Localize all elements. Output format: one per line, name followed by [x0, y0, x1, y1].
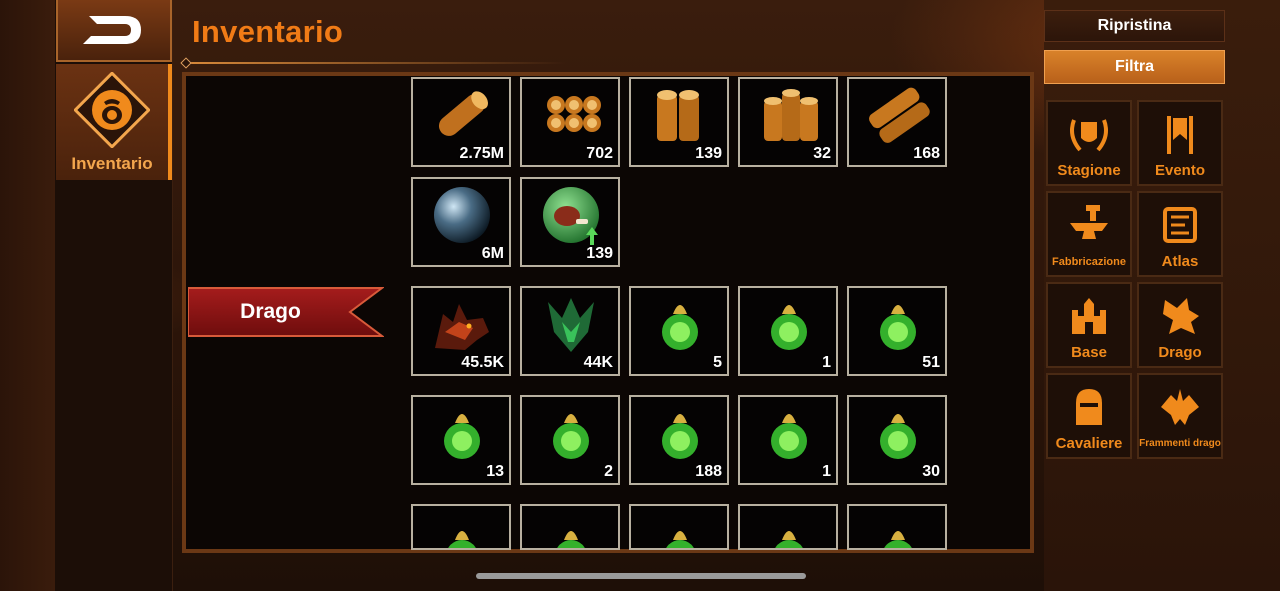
page-title: Inventario [192, 14, 344, 49]
inventory-slot[interactable]: 32 [738, 77, 838, 167]
dragon-essence-icon [444, 414, 480, 459]
castle-icon [1072, 298, 1106, 334]
inventory-slot[interactable]: 51 [847, 286, 947, 376]
laurel-crest-icon [1070, 119, 1108, 152]
green-dragon-icon [548, 298, 594, 352]
red-dragon-icon [435, 304, 489, 350]
inventory-slot[interactable]: 13 [411, 395, 511, 485]
scroll-map-icon [1163, 207, 1197, 243]
inventory-slot[interactable]: 1 [738, 286, 838, 376]
inventory-slot[interactable]: 139 [629, 77, 729, 167]
filter-drago[interactable]: Drago [1137, 282, 1223, 368]
meat-boost-icon [543, 187, 599, 245]
inventory-slot[interactable]: 1 [738, 395, 838, 485]
filter-label: Base [1071, 344, 1107, 361]
filter-frammenti-drago[interactable]: Frammenti drago [1137, 373, 1223, 459]
anvil-icon [1070, 205, 1108, 239]
filter-label: Frammenti drago [1139, 438, 1221, 449]
item-quantity: 1 [822, 463, 831, 480]
filter-base[interactable]: Base [1046, 282, 1132, 368]
item-quantity: 44K [583, 354, 613, 371]
title-divider [186, 62, 566, 64]
wood-log-icon [438, 91, 488, 136]
dragon-essence-icon [771, 305, 807, 350]
item-quantity: 2.75M [459, 145, 504, 162]
filter-label: Atlas [1161, 253, 1199, 270]
filter-cavaliere[interactable]: Cavaliere [1046, 373, 1132, 459]
item-quantity: 168 [913, 145, 940, 162]
dragon-essence-icon [771, 414, 807, 459]
wood-bundle-icon [547, 96, 601, 132]
inventory-slot[interactable]: 44K [520, 286, 620, 376]
knight-helmet-icon [1076, 389, 1102, 425]
item-quantity: 1 [822, 354, 831, 371]
category-ribbon-drago[interactable]: Drago [188, 286, 384, 338]
filter-stagione[interactable]: Stagione [1046, 100, 1132, 186]
dragon-essence-icon [553, 414, 589, 459]
inventory-slot[interactable]: 45.5K [411, 286, 511, 376]
item-quantity: 2 [604, 463, 613, 480]
item-quantity: 6M [481, 245, 504, 262]
item-quantity: 139 [586, 245, 613, 262]
inventory-slot[interactable]: 139 [520, 177, 620, 267]
inventory-slot[interactable] [520, 504, 620, 550]
event-banner-icon [1167, 116, 1193, 154]
inventory-slot[interactable]: 188 [629, 395, 729, 485]
inventory-slot[interactable] [738, 504, 838, 550]
bag-icon [74, 72, 150, 148]
item-quantity: 30 [922, 463, 940, 480]
inventory-slot[interactable] [847, 504, 947, 550]
inventory-slot[interactable]: 5 [629, 286, 729, 376]
dragon-essence-icon [666, 531, 694, 548]
dragon-essence-icon [448, 531, 476, 548]
inventory-slot[interactable]: 6M [411, 177, 511, 267]
inventory-slot[interactable] [411, 504, 511, 550]
item-quantity: 139 [695, 145, 722, 162]
back-arrow-icon [83, 16, 141, 44]
filter-label: Cavaliere [1055, 435, 1123, 452]
dragon-head-icon [1163, 298, 1199, 334]
filter-label: Fabbricazione [1052, 256, 1126, 268]
home-indicator[interactable] [476, 573, 806, 579]
tab-inventario[interactable]: Inventario [56, 64, 172, 180]
item-quantity: 702 [586, 145, 613, 162]
filter-atlas[interactable]: Atlas [1137, 191, 1223, 277]
ribbon-label: Drago [240, 300, 301, 323]
left-gutter [0, 0, 55, 591]
item-quantity: 188 [695, 463, 722, 480]
dragon-essence-icon [884, 531, 912, 548]
filter-label: Stagione [1057, 162, 1121, 179]
dragon-essence-icon [880, 414, 916, 459]
filter-label: Evento [1154, 162, 1205, 179]
inventory-slot[interactable]: 2.75M [411, 77, 511, 167]
dragon-essence-icon [775, 531, 803, 548]
inventory-slot[interactable]: 168 [847, 77, 947, 167]
dragon-fragment-icon [1161, 389, 1199, 425]
dragon-essence-icon [557, 531, 585, 548]
inventory-slot[interactable]: 2 [520, 395, 620, 485]
item-quantity: 51 [922, 354, 940, 371]
wood-pair-icon [657, 90, 699, 141]
item-quantity: 45.5K [461, 354, 504, 371]
item-quantity: 13 [486, 463, 504, 480]
steel-orb-icon [434, 187, 490, 243]
back-button[interactable] [56, 0, 172, 62]
inventory-slot[interactable]: 30 [847, 395, 947, 485]
dragon-essence-icon [662, 305, 698, 350]
filter-evento[interactable]: Evento [1137, 100, 1223, 186]
wood-stack-icon [764, 89, 818, 141]
wood-plank-icon [869, 87, 930, 143]
dragon-essence-icon [662, 414, 698, 459]
reset-button[interactable]: Ripristina [1044, 10, 1225, 42]
item-quantity: 5 [713, 354, 722, 371]
filter-button[interactable]: Filtra [1044, 50, 1225, 84]
item-quantity: 32 [813, 145, 831, 162]
inventory-slot[interactable] [629, 504, 729, 550]
filter-label: Drago [1158, 344, 1202, 361]
filter-fabbricazione[interactable]: Fabbricazione [1046, 191, 1132, 277]
tab-label: Inventario [71, 154, 153, 173]
inventory-slot[interactable]: 702 [520, 77, 620, 167]
dragon-essence-icon [880, 305, 916, 350]
